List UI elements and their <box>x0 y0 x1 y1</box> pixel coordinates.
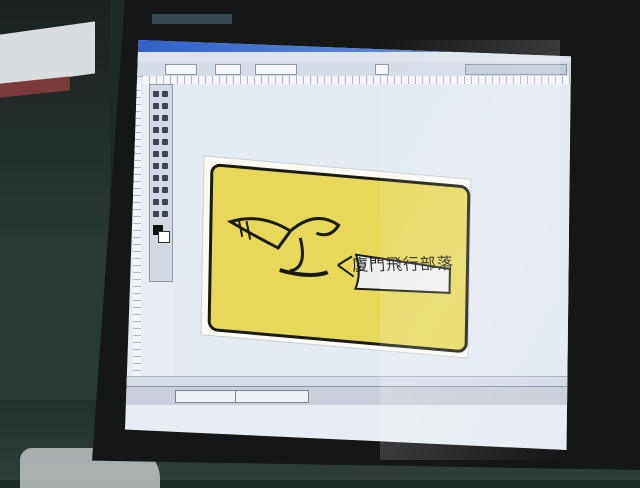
stamp-tool-icon[interactable] <box>153 139 159 145</box>
taskbar <box>125 386 571 405</box>
options-field[interactable] <box>255 64 297 75</box>
pen-tool-icon[interactable] <box>153 187 159 193</box>
healing-tool-icon[interactable] <box>153 127 159 133</box>
taskbar-app-button[interactable] <box>175 390 243 403</box>
options-bar[interactable] <box>125 62 571 77</box>
path-tool-icon[interactable] <box>153 175 159 181</box>
hand-tool-icon[interactable] <box>153 211 159 217</box>
toolbox-panel[interactable] <box>149 84 173 282</box>
taskbar-app-button[interactable] <box>235 390 309 403</box>
shape-tool-icon[interactable] <box>162 187 168 193</box>
background-color-swatch[interactable] <box>158 231 170 243</box>
blur-tool-icon[interactable] <box>153 163 159 169</box>
color-swatch[interactable] <box>375 64 389 75</box>
crop-tool-icon[interactable] <box>153 115 159 121</box>
notes-tool-icon[interactable] <box>153 199 159 205</box>
eraser-tool-icon[interactable] <box>153 151 159 157</box>
dodge-tool-icon[interactable] <box>162 163 168 169</box>
lasso-tool-icon[interactable] <box>153 103 159 109</box>
magic-wand-tool-icon[interactable] <box>162 103 168 109</box>
move-tool-icon[interactable] <box>162 91 168 97</box>
monitor-brand-label <box>152 14 232 24</box>
document-canvas[interactable]: 廈門飛行部落 <box>201 156 471 358</box>
options-field[interactable] <box>215 64 241 75</box>
monitor-screen: 廈門飛行部落 <box>125 40 571 450</box>
eyedropper-tool-icon[interactable] <box>162 199 168 205</box>
palette-well[interactable] <box>465 64 567 75</box>
zoom-tool-icon[interactable] <box>162 211 168 217</box>
logo-plate: 廈門飛行部落 <box>207 163 471 354</box>
type-tool-icon[interactable] <box>162 175 168 181</box>
slice-tool-icon[interactable] <box>162 115 168 121</box>
marquee-tool-icon[interactable] <box>153 91 159 97</box>
photo-scene: 廈門飛行部落 <box>0 0 640 488</box>
brush-tool-icon[interactable] <box>162 127 168 133</box>
gradient-tool-icon[interactable] <box>162 151 168 157</box>
history-brush-tool-icon[interactable] <box>162 139 168 145</box>
ruler-horizontal <box>143 76 571 84</box>
options-field[interactable] <box>165 64 197 75</box>
banner-text: 廈門飛行部落 <box>351 253 455 275</box>
